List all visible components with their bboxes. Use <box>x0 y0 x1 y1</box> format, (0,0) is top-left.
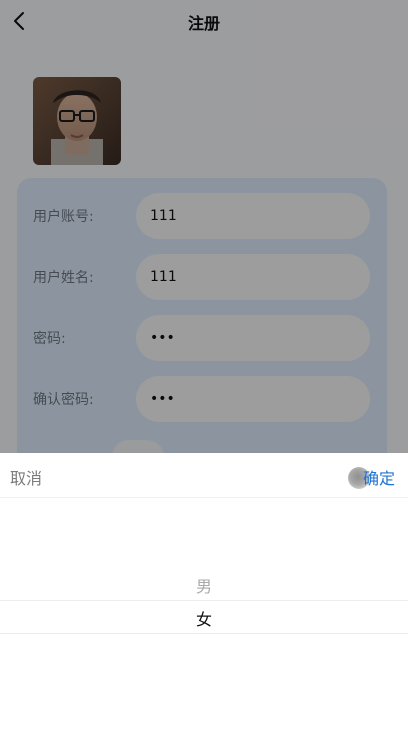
picker-option-female[interactable]: 女 <box>0 606 408 630</box>
confirm-button[interactable]: 确定 <box>363 465 395 489</box>
cancel-button[interactable]: 取消 <box>10 465 42 489</box>
gender-picker-sheet: 取消 确定 男 女 <box>0 453 408 744</box>
picker-option-male[interactable]: 男 <box>0 573 408 597</box>
picker-toolbar: 取消 确定 <box>0 453 408 498</box>
picker-selection-top-line <box>0 600 408 601</box>
picker-selection-bottom-line <box>0 633 408 634</box>
